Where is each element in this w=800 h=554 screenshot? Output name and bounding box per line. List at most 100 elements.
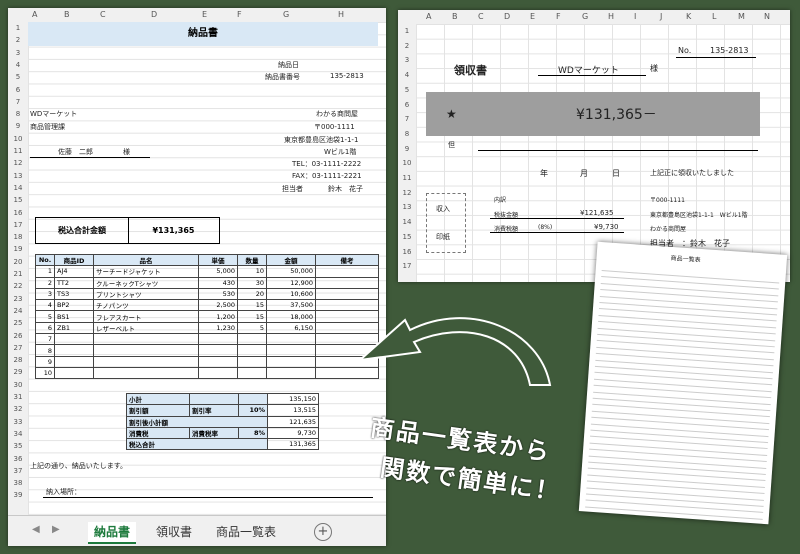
- row-header[interactable]: 33: [8, 418, 28, 426]
- row-header[interactable]: 34: [8, 430, 28, 438]
- item-price-cell[interactable]: [198, 355, 238, 368]
- row-header[interactable]: 13: [398, 203, 416, 211]
- item-id-cell[interactable]: ZB1: [54, 321, 94, 335]
- item-name-cell[interactable]: サーチードジャケット: [93, 265, 199, 278]
- add-sheet-button[interactable]: +: [314, 523, 332, 541]
- item-amount-cell[interactable]: 10,600: [266, 287, 316, 301]
- item-name-cell[interactable]: [93, 333, 199, 346]
- item-id-cell[interactable]: [54, 366, 94, 380]
- row-header[interactable]: 4: [8, 61, 28, 69]
- item-name-cell[interactable]: [93, 344, 199, 357]
- item-no-cell[interactable]: 3: [35, 287, 55, 301]
- item-name-cell[interactable]: [93, 366, 199, 380]
- item-qty-cell[interactable]: [237, 366, 267, 380]
- col-header[interactable]: F: [556, 12, 561, 21]
- row-header[interactable]: 21: [8, 270, 28, 278]
- tab-receipt[interactable]: 領収書: [150, 522, 198, 542]
- item-qty-cell[interactable]: 15: [237, 310, 267, 323]
- row-header[interactable]: 23: [8, 295, 28, 303]
- item-no-cell[interactable]: 10: [35, 366, 55, 380]
- item-no-cell[interactable]: 5: [35, 310, 55, 323]
- row-header[interactable]: 32: [8, 405, 28, 413]
- col-header[interactable]: D: [504, 12, 510, 21]
- row-header[interactable]: 7: [398, 115, 416, 123]
- item-id-cell[interactable]: AJ4: [54, 265, 94, 278]
- item-no-cell[interactable]: 9: [35, 355, 55, 368]
- col-header[interactable]: B: [452, 12, 458, 21]
- item-qty-cell[interactable]: 10: [237, 265, 267, 278]
- item-id-cell[interactable]: TS3: [54, 287, 94, 301]
- item-name-cell[interactable]: フレアスカート: [93, 310, 199, 323]
- row-header[interactable]: 16: [8, 209, 28, 217]
- item-name-cell[interactable]: プリントシャツ: [93, 287, 199, 301]
- row-header[interactable]: 10: [398, 159, 416, 167]
- row-header[interactable]: 29: [8, 368, 28, 376]
- item-name-cell[interactable]: クルーネックTシャツ: [93, 276, 199, 289]
- item-id-cell[interactable]: [54, 355, 94, 368]
- item-qty-cell[interactable]: 20: [237, 287, 267, 301]
- item-name-cell[interactable]: チノパンツ: [93, 299, 199, 312]
- item-qty-cell[interactable]: [237, 355, 267, 368]
- row-header[interactable]: 4: [398, 71, 416, 79]
- row-header[interactable]: 17: [8, 221, 28, 229]
- row-header[interactable]: 13: [8, 172, 28, 180]
- col-header-f[interactable]: F: [237, 10, 242, 19]
- col-header[interactable]: H: [608, 12, 614, 21]
- item-no-cell[interactable]: 1: [35, 265, 55, 278]
- row-header[interactable]: 22: [8, 282, 28, 290]
- row-header[interactable]: 6: [398, 101, 416, 109]
- item-remarks-cell[interactable]: [315, 276, 379, 289]
- item-qty-cell[interactable]: 30: [237, 276, 267, 289]
- row-header[interactable]: 6: [8, 86, 28, 94]
- item-name-cell[interactable]: レザーベルト: [93, 321, 199, 335]
- item-qty-cell[interactable]: [237, 333, 267, 346]
- item-price-cell[interactable]: 530: [198, 287, 238, 301]
- row-header[interactable]: 8: [398, 130, 416, 138]
- row-header[interactable]: 20: [8, 258, 28, 266]
- item-price-cell[interactable]: 5,000: [198, 265, 238, 278]
- row-header[interactable]: 11: [398, 174, 416, 182]
- item-amount-cell[interactable]: 12,900: [266, 276, 316, 289]
- item-amount-cell[interactable]: [266, 355, 316, 368]
- item-no-cell[interactable]: 8: [35, 344, 55, 357]
- row-header[interactable]: 2: [398, 42, 416, 50]
- row-header[interactable]: 38: [8, 479, 28, 487]
- row-header[interactable]: 5: [398, 86, 416, 94]
- row-header[interactable]: 19: [8, 245, 28, 253]
- row-header[interactable]: 35: [8, 442, 28, 450]
- item-qty-cell[interactable]: [237, 344, 267, 357]
- row-header[interactable]: 3: [8, 49, 28, 57]
- tab-delivery-note[interactable]: 納品書: [88, 522, 137, 544]
- row-header[interactable]: 14: [398, 218, 416, 226]
- item-id-cell[interactable]: [54, 344, 94, 357]
- item-id-cell[interactable]: [54, 333, 94, 346]
- item-no-cell[interactable]: 7: [35, 333, 55, 346]
- item-amount-cell[interactable]: 37,500: [266, 299, 316, 312]
- item-remarks-cell[interactable]: [315, 265, 379, 278]
- row-header[interactable]: 36: [8, 455, 28, 463]
- item-amount-cell[interactable]: [266, 344, 316, 357]
- row-header[interactable]: 11: [8, 147, 28, 155]
- item-id-cell[interactable]: BP2: [54, 299, 94, 312]
- row-header[interactable]: 39: [8, 491, 28, 499]
- col-header[interactable]: L: [712, 12, 716, 21]
- row-header[interactable]: 15: [8, 196, 28, 204]
- row-header[interactable]: 2: [8, 36, 28, 44]
- item-price-cell[interactable]: [198, 366, 238, 380]
- row-header[interactable]: 9: [8, 122, 28, 130]
- item-price-cell[interactable]: 1,200: [198, 310, 238, 323]
- item-amount-cell[interactable]: [266, 366, 316, 380]
- col-header[interactable]: N: [764, 12, 770, 21]
- col-header[interactable]: K: [686, 12, 691, 21]
- row-header[interactable]: 12: [398, 189, 416, 197]
- item-amount-cell[interactable]: [266, 333, 316, 346]
- item-no-cell[interactable]: 2: [35, 276, 55, 289]
- row-header[interactable]: 8: [8, 110, 28, 118]
- row-header[interactable]: 27: [8, 344, 28, 352]
- col-header-g[interactable]: G: [283, 10, 289, 19]
- row-header[interactable]: 1: [398, 27, 416, 35]
- row-header[interactable]: 26: [8, 332, 28, 340]
- col-header-e[interactable]: E: [202, 10, 207, 19]
- row-header[interactable]: 30: [8, 381, 28, 389]
- item-price-cell[interactable]: 2,500: [198, 299, 238, 312]
